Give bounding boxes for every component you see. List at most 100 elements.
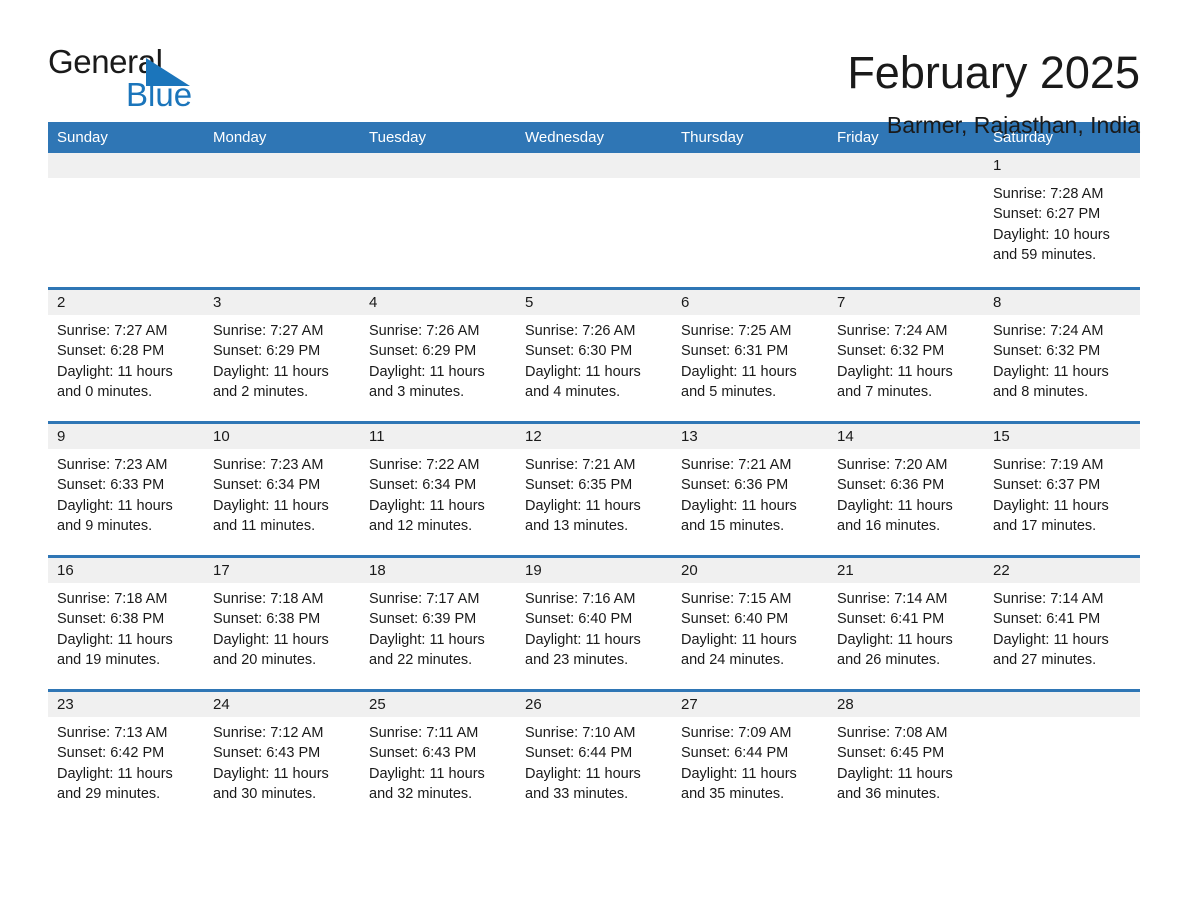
day-cell[interactable]: 28 Sunrise: 7:08 AM Sunset: 6:45 PM Dayligh… (828, 692, 984, 823)
day-sun-info: Sunrise: 7:13 AM Sunset: 6:42 PM Daylight:… (48, 717, 204, 804)
day-sun-info: Sunrise: 7:25 AM Sunset: 6:31 PM Daylight:… (672, 315, 828, 402)
sunrise-text: Sunrise: 7:25 AM (681, 323, 792, 339)
day-cell[interactable]: 19 Sunrise: 7:16 AM Sunset: 6:40 PM Dayligh… (516, 558, 672, 689)
day-sun-info: Sunrise: 7:21 AM Sunset: 6:36 PM Daylight:… (672, 449, 828, 536)
day-cell[interactable]: 14 Sunrise: 7:20 AM Sunset: 6:36 PM Dayligh… (828, 424, 984, 555)
sunrise-text: Sunrise: 7:18 AM (213, 591, 324, 607)
day-cell[interactable]: 9 Sunrise: 7:23 AM Sunset: 6:33 PM Daylight… (48, 424, 204, 555)
weekday-saturday: Saturday (993, 129, 1054, 146)
generalblue-logo: General Blue (48, 44, 268, 116)
day-sun-info: Sunrise: 7:10 AM Sunset: 6:44 PM Daylight:… (516, 717, 672, 804)
sunrise-text: Sunrise: 7:12 AM (213, 725, 324, 741)
calendar-week-row: 9 Sunrise: 7:23 AM Sunset: 6:33 PM Daylight… (48, 421, 1140, 555)
weekday-sunday: Sunday (57, 129, 108, 146)
day-cell[interactable]: 13 Sunrise: 7:21 AM Sunset: 6:36 PM Dayligh… (672, 424, 828, 555)
sunset-text: Sunset: 6:28 PM (57, 343, 165, 360)
day-cell[interactable]: 27 Sunrise: 7:09 AM Sunset: 6:44 PM Dayligh… (672, 692, 828, 823)
sunset-text: Sunset: 6:36 PM (681, 477, 789, 494)
day-cell[interactable]: 21 Sunrise: 7:14 AM Sunset: 6:41 PM Dayligh… (828, 558, 984, 689)
daylight-text: Daylight: 11 hours and 4 minutes. (525, 363, 641, 400)
day-cell[interactable]: 25 Sunrise: 7:11 AM Sunset: 6:43 PM Dayligh… (360, 692, 516, 823)
day-number-band (984, 692, 1140, 717)
day-sun-info: Sunrise: 7:23 AM Sunset: 6:34 PM Daylight:… (204, 449, 360, 536)
day-number: 14 (837, 428, 854, 445)
day-number-band: 11 (360, 424, 516, 449)
sunset-text: Sunset: 6:37 PM (993, 477, 1101, 494)
sunrise-text: Sunrise: 7:28 AM (993, 186, 1104, 202)
day-cell[interactable]: 12 Sunrise: 7:21 AM Sunset: 6:35 PM Dayligh… (516, 424, 672, 555)
day-cell[interactable]: 22 Sunrise: 7:14 AM Sunset: 6:41 PM Dayligh… (984, 558, 1140, 689)
day-cell[interactable]: 16 Sunrise: 7:18 AM Sunset: 6:38 PM Dayligh… (48, 558, 204, 689)
day-cell[interactable]: 7 Sunrise: 7:24 AM Sunset: 6:32 PM Daylight… (828, 290, 984, 421)
day-cell[interactable]: 18 Sunrise: 7:17 AM Sunset: 6:39 PM Dayligh… (360, 558, 516, 689)
day-number-band: 28 (828, 692, 984, 717)
sunrise-text: Sunrise: 7:17 AM (369, 591, 480, 607)
day-number-band (48, 153, 204, 178)
daylight-text: Daylight: 11 hours and 26 minutes. (837, 631, 953, 668)
daylight-text: Daylight: 11 hours and 12 minutes. (369, 497, 485, 534)
day-number: 24 (213, 696, 230, 713)
calendar-week-row: 2 Sunrise: 7:27 AM Sunset: 6:28 PM Daylight… (48, 287, 1140, 421)
sunset-text: Sunset: 6:32 PM (837, 343, 945, 360)
day-number: 27 (681, 696, 698, 713)
day-cell-empty (360, 153, 516, 287)
page-title: February 2025 (847, 47, 1140, 98)
day-number-band: 22 (984, 558, 1140, 583)
day-sun-info: Sunrise: 7:23 AM Sunset: 6:33 PM Daylight:… (48, 449, 204, 536)
day-number: 15 (993, 428, 1010, 445)
day-number: 8 (993, 294, 1002, 311)
daylight-text: Daylight: 11 hours and 3 minutes. (369, 363, 485, 400)
sunrise-text: Sunrise: 7:21 AM (525, 457, 636, 473)
sunrise-text: Sunrise: 7:24 AM (993, 323, 1104, 339)
daylight-text: Daylight: 11 hours and 36 minutes. (837, 765, 953, 802)
sunset-text: Sunset: 6:30 PM (525, 343, 633, 360)
sunrise-text: Sunrise: 7:26 AM (369, 323, 480, 339)
daylight-text: Daylight: 10 hours and 59 minutes. (993, 226, 1110, 263)
day-number: 2 (57, 294, 66, 311)
sunrise-text: Sunrise: 7:22 AM (369, 457, 480, 473)
day-cell[interactable]: 6 Sunrise: 7:25 AM Sunset: 6:31 PM Daylight… (672, 290, 828, 421)
day-cell[interactable]: 1 Sunrise: 7:28 AM Sunset: 6:27 PM Daylight… (984, 153, 1140, 287)
weekday-header-row: Sunday Monday Tuesday Wednesday Thursday… (48, 122, 1140, 153)
day-number: 28 (837, 696, 854, 713)
sunrise-text: Sunrise: 7:10 AM (525, 725, 636, 741)
day-cell[interactable]: 24 Sunrise: 7:12 AM Sunset: 6:43 PM Dayligh… (204, 692, 360, 823)
sunset-text: Sunset: 6:35 PM (525, 477, 633, 494)
sunset-text: Sunset: 6:27 PM (993, 206, 1101, 223)
day-cell[interactable]: 26 Sunrise: 7:10 AM Sunset: 6:44 PM Dayligh… (516, 692, 672, 823)
day-cell[interactable]: 3 Sunrise: 7:27 AM Sunset: 6:29 PM Daylight… (204, 290, 360, 421)
day-cell[interactable]: 20 Sunrise: 7:15 AM Sunset: 6:40 PM Dayligh… (672, 558, 828, 689)
calendar-page: General Blue February 2025 Barmer, Rajas… (0, 0, 1188, 918)
day-cell[interactable]: 11 Sunrise: 7:22 AM Sunset: 6:34 PM Dayligh… (360, 424, 516, 555)
day-number: 19 (525, 562, 542, 579)
month-calendar: Sunday Monday Tuesday Wednesday Thursday… (48, 122, 1140, 823)
sunset-text: Sunset: 6:43 PM (213, 745, 321, 762)
day-cell[interactable]: 8 Sunrise: 7:24 AM Sunset: 6:32 PM Daylight… (984, 290, 1140, 421)
daylight-text: Daylight: 11 hours and 16 minutes. (837, 497, 953, 534)
day-number-band: 3 (204, 290, 360, 315)
daylight-text: Daylight: 11 hours and 13 minutes. (525, 497, 641, 534)
page-header: General Blue February 2025 Barmer, Rajas… (48, 0, 1140, 139)
day-cell[interactable]: 2 Sunrise: 7:27 AM Sunset: 6:28 PM Daylight… (48, 290, 204, 421)
day-number-band: 24 (204, 692, 360, 717)
day-cell[interactable]: 17 Sunrise: 7:18 AM Sunset: 6:38 PM Dayligh… (204, 558, 360, 689)
day-number: 3 (213, 294, 222, 311)
day-sun-info: Sunrise: 7:24 AM Sunset: 6:32 PM Daylight:… (828, 315, 984, 402)
day-cell[interactable]: 5 Sunrise: 7:26 AM Sunset: 6:30 PM Daylight… (516, 290, 672, 421)
sunrise-text: Sunrise: 7:18 AM (57, 591, 168, 607)
sunset-text: Sunset: 6:44 PM (681, 745, 789, 762)
day-cell-empty (672, 153, 828, 287)
sunset-text: Sunset: 6:40 PM (525, 611, 633, 628)
day-number-band: 14 (828, 424, 984, 449)
day-cell[interactable]: 23 Sunrise: 7:13 AM Sunset: 6:42 PM Dayligh… (48, 692, 204, 823)
day-number: 26 (525, 696, 542, 713)
day-number-band: 5 (516, 290, 672, 315)
sunrise-text: Sunrise: 7:09 AM (681, 725, 792, 741)
day-cell[interactable]: 15 Sunrise: 7:19 AM Sunset: 6:37 PM Dayligh… (984, 424, 1140, 555)
day-sun-info: Sunrise: 7:16 AM Sunset: 6:40 PM Daylight:… (516, 583, 672, 670)
sunrise-text: Sunrise: 7:13 AM (57, 725, 168, 741)
day-number-band: 8 (984, 290, 1140, 315)
day-cell[interactable]: 10 Sunrise: 7:23 AM Sunset: 6:34 PM Dayligh… (204, 424, 360, 555)
daylight-text: Daylight: 11 hours and 33 minutes. (525, 765, 641, 802)
day-cell[interactable]: 4 Sunrise: 7:26 AM Sunset: 6:29 PM Daylight… (360, 290, 516, 421)
